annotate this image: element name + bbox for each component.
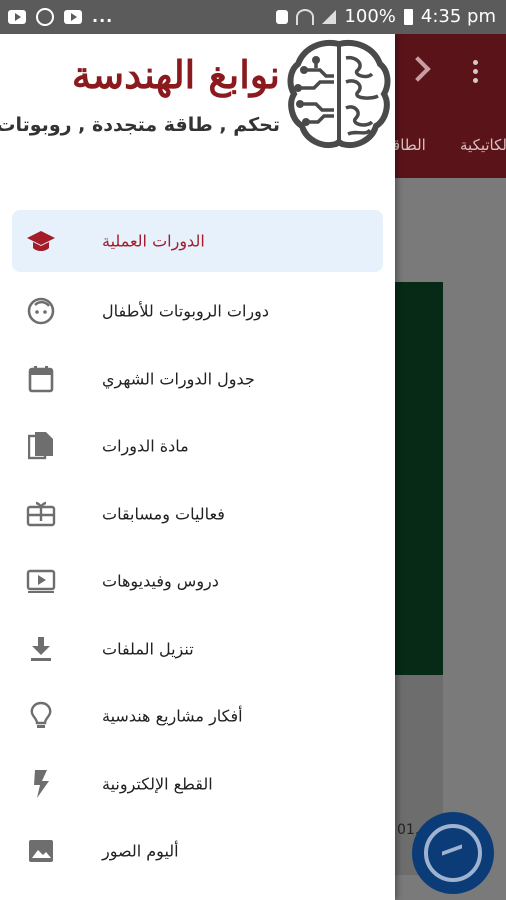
menu-item-course-material[interactable]: مادة الدورات <box>12 413 383 481</box>
battery-icon <box>403 8 413 25</box>
menu-item-monthly-schedule[interactable]: جدول الدورات الشهري <box>12 345 383 413</box>
more-vert-icon[interactable] <box>473 60 478 83</box>
menu-item-photo-album[interactable]: أليوم الصور <box>12 818 383 886</box>
menu-item-label: جدول الدورات الشهري <box>102 369 255 389</box>
menu-item-download-files[interactable]: تنزيل الملفات <box>12 615 383 683</box>
navigation-drawer: نوابغ الهندسة تحكم , طاقة متجددة , روبوت… <box>0 34 395 900</box>
menu-item-label: القطع الإلكترونية <box>102 774 213 794</box>
menu-item-label: أليوم الصور <box>102 841 179 861</box>
chevron-right-icon[interactable] <box>405 56 431 82</box>
menu-item-label: تنزيل الملفات <box>102 639 194 659</box>
video-play-icon <box>26 566 56 596</box>
brand-title: نوابغ الهندسة <box>71 52 280 97</box>
clock: 4:35 pm <box>420 6 496 27</box>
app-toolbar <box>395 34 506 114</box>
menu-item-label: الدورات العملية <box>102 231 205 251</box>
calendar-icon <box>26 364 56 394</box>
notification-icons: ... <box>8 7 113 26</box>
signal-icon <box>322 9 337 24</box>
app-tab-bar: الطاقة الكاتيكية <box>395 114 506 178</box>
youtube-icon <box>8 9 26 24</box>
system-indicators: 100% 4:35 pm <box>276 6 496 27</box>
notification-overflow: ... <box>92 7 114 26</box>
menu-item-lessons-videos[interactable]: دروس وفيديوهات <box>12 548 383 616</box>
messenger-fab[interactable] <box>412 812 494 894</box>
wifi-icon <box>296 8 315 25</box>
menu-item-label: دروس وفيديوهات <box>102 571 219 591</box>
menu-item-electronic-parts[interactable]: القطع الإلكترونية <box>12 750 383 818</box>
graduation-cap-icon <box>26 226 56 256</box>
menu-item-practical-courses[interactable]: الدورات العملية <box>12 210 383 272</box>
status-bar: ... 100% 4:35 pm <box>0 0 506 34</box>
alarm-icon <box>276 9 289 24</box>
brightness-icon <box>36 7 54 26</box>
app-content-card <box>395 282 443 675</box>
gift-card-icon <box>26 499 56 529</box>
lightbulb-icon <box>26 701 56 731</box>
menu-item-label: أفكار مشاريع هندسية <box>102 706 243 726</box>
menu-item-kids-robotics[interactable]: دورات الروبوتات للأطفال <box>12 278 383 346</box>
child-face-icon <box>26 296 56 326</box>
brand-subtitle: تحكم , طاقة متجددة , روبوتات <box>0 114 280 136</box>
menu-item-label: دورات الروبوتات للأطفال <box>102 301 269 321</box>
tab-mechanics[interactable]: الكاتيكية <box>460 136 506 154</box>
drawer-menu: الدورات العملية دورات الروبوتات للأطفال … <box>0 210 395 885</box>
menu-item-project-ideas[interactable]: أفكار مشاريع هندسية <box>12 683 383 751</box>
drawer-header: نوابغ الهندسة تحكم , طاقة متجددة , روبوت… <box>0 34 395 184</box>
file-copy-icon <box>26 431 56 461</box>
image-icon <box>26 836 56 866</box>
battery-percent: 100% <box>344 6 396 27</box>
messenger-icon <box>424 824 482 882</box>
tab-energy[interactable]: الطاقة <box>395 136 426 154</box>
flash-icon <box>26 769 56 799</box>
youtube-icon <box>64 9 82 24</box>
brain-logo-icon <box>287 40 391 148</box>
download-icon <box>26 634 56 664</box>
menu-item-events-competitions[interactable]: فعاليات ومسابقات <box>12 480 383 548</box>
menu-item-label: مادة الدورات <box>102 436 189 456</box>
menu-item-label: فعاليات ومسابقات <box>102 504 225 524</box>
